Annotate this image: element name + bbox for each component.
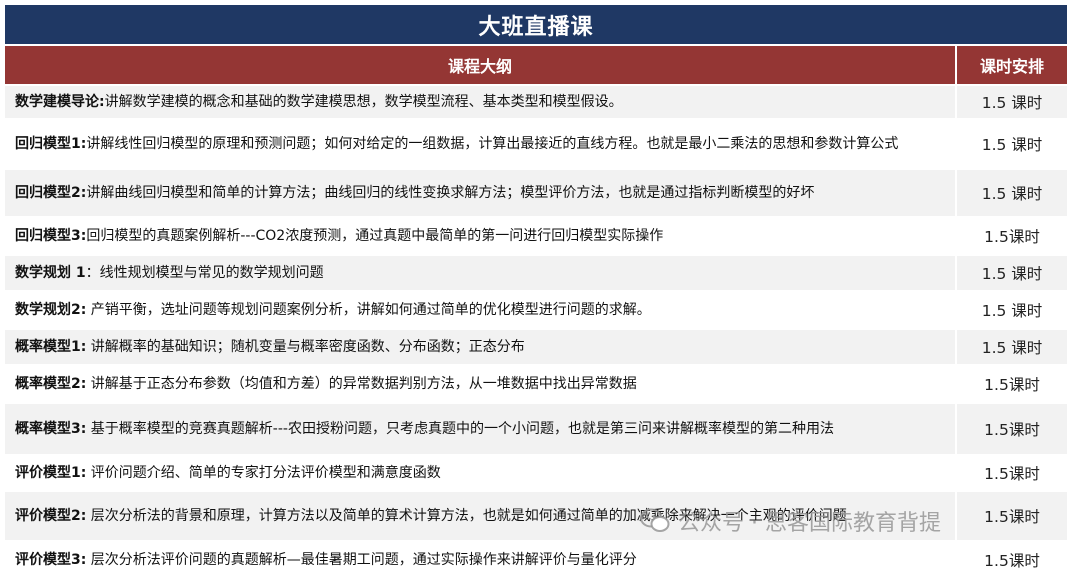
outline-cell: 概率模型3: 基于概率模型的竞赛真题解析---农田授粉问题，只考虑真题中的一个小…: [5, 404, 955, 454]
outline-cell: 回归模型3:回归模型的真题案例解析---CO2浓度预测，通过真题中最简单的第一问…: [5, 218, 955, 254]
module-label: 回归模型3:: [15, 228, 87, 244]
hours-cell: 1.5课时: [957, 404, 1067, 454]
table-title: 大班直播课: [5, 5, 1067, 44]
header-hours: 课时安排: [957, 46, 1067, 84]
module-description: 基于概率模型的竞赛真题解析---农田授粉问题，只考虑真题中的一个小问题，也就是第…: [86, 421, 834, 437]
header-outline: 课程大纲: [5, 46, 955, 84]
hours-cell: 1.5课时: [957, 366, 1067, 402]
module-description: 回归模型的真题案例解析---CO2浓度预测，通过真题中最简单的第一问进行回归模型…: [86, 228, 664, 244]
module-description: 评价问题介绍、简单的专家打分法评价模型和满意度函数: [86, 465, 441, 481]
table-header: 课程大纲 课时安排: [5, 46, 1067, 84]
outline-cell: 评价模型2: 层次分析法的背景和原理，计算方法以及简单的算术计算方法，也就是如何…: [5, 492, 955, 540]
table-body: 数学建模导论:讲解数学建模的概念和基础的数学建模思想，数学模型流程、基本类型和模…: [5, 86, 1067, 578]
module-description: 讲解线性回归模型的原理和预测问题；如何对给定的一组数据，计算出最接近的直线方程。…: [86, 136, 899, 152]
module-label: 回归模型1:: [15, 136, 87, 152]
table-row: 回归模型2:讲解曲线回归模型和简单的计算方法；曲线回归的线性变换求解方法；模型评…: [5, 170, 1067, 216]
table-row: 概率模型3: 基于概率模型的竞赛真题解析---农田授粉问题，只考虑真题中的一个小…: [5, 404, 1067, 454]
hours-cell: 1.5 课时: [957, 120, 1067, 168]
table-row: 概率模型1: 讲解概率的基础知识；随机变量与概率密度函数、分布函数；正态分布 1.…: [5, 330, 1067, 364]
table-row: 数学建模导论:讲解数学建模的概念和基础的数学建模思想，数学模型流程、基本类型和模…: [5, 86, 1067, 118]
module-description: 讲解基于正态分布参数（均值和方差）的异常数据判别方法，从一堆数据中找出异常数据: [86, 376, 637, 392]
module-label: 评价模型2:: [15, 508, 87, 524]
module-label: 概率模型2:: [15, 376, 87, 392]
module-label: 数学建模导论:: [15, 94, 105, 110]
hours-cell: 1.5课时: [957, 218, 1067, 254]
hours-cell: 1.5 课时: [957, 292, 1067, 328]
module-description: ：线性规划模型与常见的数学规划问题: [85, 265, 324, 281]
hours-cell: 1.5 课时: [957, 330, 1067, 364]
table-row: 评价模型1: 评价问题介绍、简单的专家打分法评价模型和满意度函数 1.5课时: [5, 456, 1067, 490]
outline-cell: 回归模型2:讲解曲线回归模型和简单的计算方法；曲线回归的线性变换求解方法；模型评…: [5, 170, 955, 216]
module-description: 讲解概率的基础知识；随机变量与概率密度函数、分布函数；正态分布: [86, 339, 525, 355]
outline-cell: 数学规划2: 产销平衡，选址问题等规划问题案例分析，讲解如何通过简单的优化模型进…: [5, 292, 955, 328]
module-label: 数学规划2:: [15, 302, 87, 318]
hours-cell: 1.5 课时: [957, 86, 1067, 118]
module-description: 产销平衡，选址问题等规划问题案例分析，讲解如何通过简单的优化模型进行问题的求解。: [86, 302, 651, 318]
outline-cell: 数学建模导论:讲解数学建模的概念和基础的数学建模思想，数学模型流程、基本类型和模…: [5, 86, 955, 118]
module-label: 概率模型1:: [15, 339, 87, 355]
table-row: 回归模型3:回归模型的真题案例解析---CO2浓度预测，通过真题中最简单的第一问…: [5, 218, 1067, 254]
outline-cell: 数学规划 1：线性规划模型与常见的数学规划问题: [5, 256, 955, 290]
table-row: 概率模型2: 讲解基于正态分布参数（均值和方差）的异常数据判别方法，从一堆数据中…: [5, 366, 1067, 402]
module-label: 概率模型3:: [15, 421, 87, 437]
table-row: 评价模型2: 层次分析法的背景和原理，计算方法以及简单的算术计算方法，也就是如何…: [5, 492, 1067, 540]
hours-cell: 1.5 课时: [957, 256, 1067, 290]
module-description: 层次分析法评价问题的真题解析—最佳暑期工问题，通过实际操作来讲解评价与量化评分: [86, 552, 637, 568]
module-label: 数学规划 1: [15, 265, 86, 281]
outline-cell: 概率模型1: 讲解概率的基础知识；随机变量与概率密度函数、分布函数；正态分布: [5, 330, 955, 364]
course-table: 大班直播课 课程大纲 课时安排 数学建模导论:讲解数学建模的概念和基础的数学建模…: [5, 5, 1067, 578]
module-label: 评价模型1:: [15, 465, 87, 481]
hours-cell: 1.5课时: [957, 456, 1067, 490]
hours-cell: 1.5课时: [957, 492, 1067, 540]
table-row: 数学规划2: 产销平衡，选址问题等规划问题案例分析，讲解如何通过简单的优化模型进…: [5, 292, 1067, 328]
module-description: 层次分析法的背景和原理，计算方法以及简单的算术计算方法，也就是如何通过简单的加减…: [86, 508, 847, 524]
module-label: 回归模型2:: [15, 185, 87, 201]
outline-cell: 评价模型1: 评价问题介绍、简单的专家打分法评价模型和满意度函数: [5, 456, 955, 490]
table-row: 回归模型1:讲解线性回归模型的原理和预测问题；如何对给定的一组数据，计算出最接近…: [5, 120, 1067, 168]
module-description: 讲解数学建模的概念和基础的数学建模思想，数学模型流程、基本类型和模型假设。: [104, 94, 623, 110]
table-row: 数学规划 1：线性规划模型与常见的数学规划问题 1.5 课时: [5, 256, 1067, 290]
hours-cell: 1.5课时: [957, 542, 1067, 578]
outline-cell: 概率模型2: 讲解基于正态分布参数（均值和方差）的异常数据判别方法，从一堆数据中…: [5, 366, 955, 402]
outline-cell: 评价模型3: 层次分析法评价问题的真题解析—最佳暑期工问题，通过实际操作来讲解评…: [5, 542, 955, 578]
hours-cell: 1.5 课时: [957, 170, 1067, 216]
module-label: 评价模型3:: [15, 552, 87, 568]
module-description: 讲解曲线回归模型和简单的计算方法；曲线回归的线性变换求解方法；模型评价方法，也就…: [86, 185, 815, 201]
outline-cell: 回归模型1:讲解线性回归模型的原理和预测问题；如何对给定的一组数据，计算出最接近…: [5, 120, 955, 168]
table-row: 评价模型3: 层次分析法评价问题的真题解析—最佳暑期工问题，通过实际操作来讲解评…: [5, 542, 1067, 578]
